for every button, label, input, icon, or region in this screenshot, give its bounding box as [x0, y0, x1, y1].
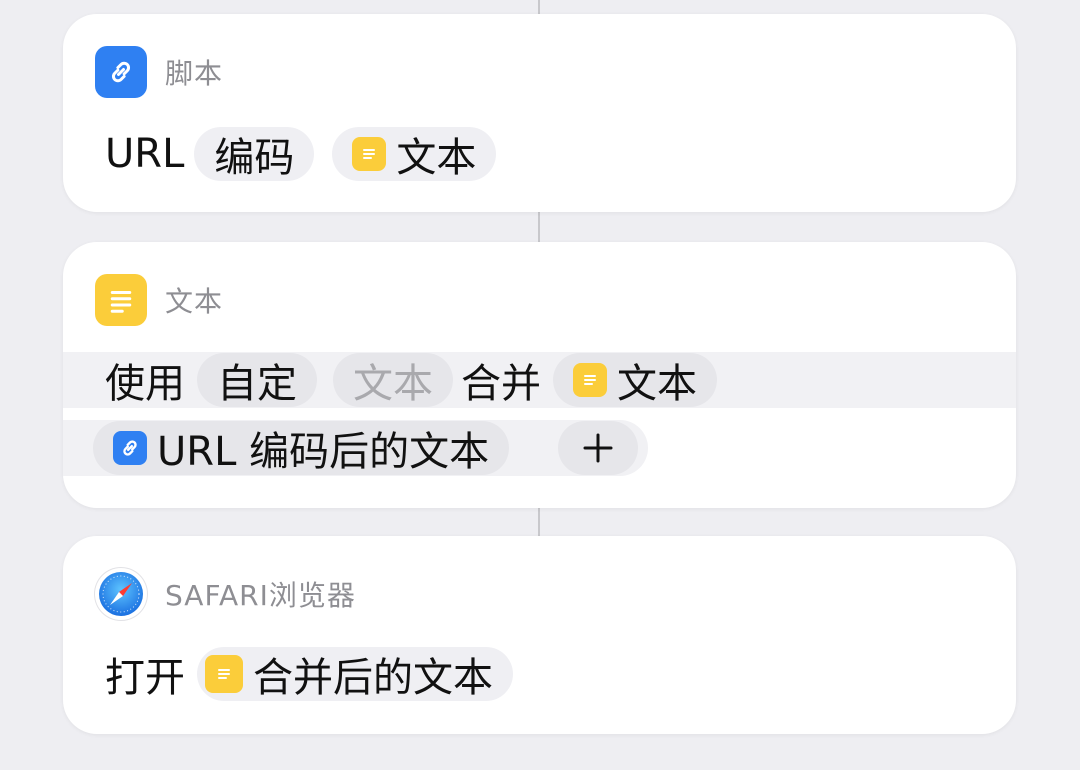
safari-compass-icon: [95, 568, 147, 620]
variable-label: URL 编码后的文本: [157, 429, 490, 475]
action-app-name: 脚本: [165, 57, 224, 90]
input-variable-label: 文本: [396, 135, 477, 181]
action-card-safari-open[interactable]: SAFARI浏览器 打开 合并后的文本: [63, 536, 1016, 734]
flow-connector-1-2: [538, 212, 540, 242]
input-variable-token[interactable]: 合并后的文本: [197, 647, 513, 701]
action-card-url-encode[interactable]: 脚本 URL 编码 文本: [63, 14, 1016, 212]
text-doc-icon: [205, 655, 243, 693]
text-doc-icon: [573, 363, 607, 397]
encode-mode-label: 编码: [214, 135, 295, 181]
text-lines-icon: [95, 274, 147, 326]
input-variable-token[interactable]: 文本: [553, 353, 717, 407]
input-variable-token[interactable]: 文本: [332, 127, 497, 181]
encode-mode-token[interactable]: 编码: [194, 127, 315, 181]
action-header: 文本: [95, 274, 223, 326]
plus-icon: [583, 433, 613, 463]
separator-choice-token[interactable]: 自定: [197, 353, 317, 407]
input-variable-label: 合并后的文本: [253, 655, 493, 701]
action-header: 脚本: [95, 46, 223, 98]
link-icon: [113, 431, 147, 465]
action-app-name: SAFARI浏览器: [165, 579, 356, 612]
flow-connector-top: [538, 0, 540, 14]
action-header: SAFARI浏览器: [95, 568, 356, 620]
separator-text-field[interactable]: 文本: [333, 353, 453, 407]
action-parameter-line-1: 使用 自定 文本 合并 文本: [63, 352, 1016, 408]
action-parameter-line: 打开 合并后的文本: [105, 646, 513, 702]
url-encoded-variable-token[interactable]: URL 编码后的文本: [93, 421, 510, 475]
action-verb: 使用: [105, 361, 185, 407]
action-card-combine-text[interactable]: 文本 使用 自定 文本 合并 文本 URL 编码后的文本: [63, 242, 1016, 508]
join-word: 合并: [461, 361, 541, 407]
action-verb: 打开: [105, 655, 185, 701]
action-app-name: 文本: [165, 285, 224, 318]
add-item-button[interactable]: [558, 421, 638, 475]
action-parameter-line: URL 编码 文本: [105, 126, 497, 182]
input-variable-label: 文本: [617, 361, 697, 407]
text-doc-icon: [352, 137, 387, 171]
link-icon: [95, 46, 147, 98]
flow-connector-2-3: [538, 508, 540, 536]
action-verb: URL: [105, 131, 185, 177]
separator-placeholder: 文本: [353, 361, 433, 407]
separator-choice-label: 自定: [217, 361, 297, 407]
